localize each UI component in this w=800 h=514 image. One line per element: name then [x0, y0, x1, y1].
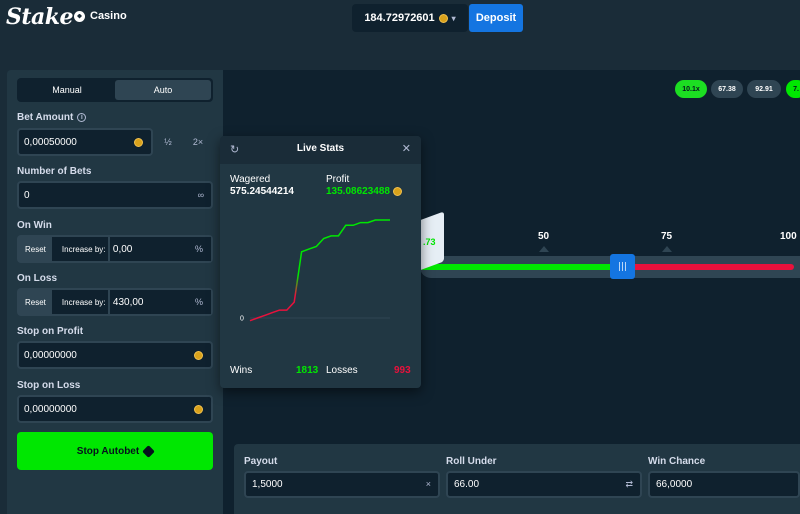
casino-label: Casino	[90, 10, 127, 22]
live-stats-header[interactable]: ↻ Live Stats ✕	[220, 136, 421, 164]
slider-tick-marker	[539, 246, 549, 252]
mode-tabs: Manual Auto	[17, 78, 213, 102]
roll-under-input[interactable]: 66.00 ⇄	[446, 471, 642, 498]
stop-on-profit-label: Stop on Profit	[17, 326, 84, 337]
double-bet-button[interactable]: 2×	[183, 137, 213, 147]
number-of-bets-input[interactable]: 0 ∞	[17, 181, 213, 209]
on-win-increase-button[interactable]: Increase by:	[51, 237, 108, 261]
half-bet-button[interactable]: ½	[153, 137, 183, 147]
stake-logo[interactable]: Stake	[6, 4, 74, 30]
on-loss-label: On Loss	[17, 273, 58, 284]
slider-win-range	[420, 264, 614, 270]
losses-label: Losses	[326, 365, 358, 376]
slider-loss-range	[630, 264, 794, 270]
swap-icon[interactable]: ⇄	[625, 479, 633, 490]
slider-tick-50: 50	[538, 231, 550, 242]
percent-symbol: %	[194, 297, 203, 307]
payout-label: Payout	[244, 456, 278, 467]
wins-label: Wins	[230, 365, 253, 376]
on-loss-increase-button[interactable]: Increase by:	[51, 290, 108, 314]
profit-label: Profit	[326, 174, 350, 185]
dice-icon	[142, 444, 156, 458]
tab-manual[interactable]: Manual	[19, 80, 115, 100]
slider-tick-marker	[662, 246, 672, 252]
slider-handle[interactable]	[610, 254, 635, 279]
wagered-value: 575.24544214	[230, 186, 294, 197]
bet-controls-panel: Manual Auto Bet Amount i 0,00050000 ½ 2×…	[7, 70, 223, 514]
balance-value: 184.72972601	[364, 12, 435, 24]
profit-series-line	[249, 219, 390, 322]
number-of-bets-label: Number of Bets	[17, 166, 92, 177]
win-chance-label: Win Chance	[648, 456, 706, 467]
bet-amount-label: Bet Amount i	[17, 112, 87, 123]
history-item: 67.38	[711, 80, 743, 98]
on-loss-increase-input[interactable]: 430,00 %	[107, 290, 211, 314]
stop-on-loss-input[interactable]: 0,00000000	[17, 395, 213, 423]
tab-auto[interactable]: Auto	[115, 80, 211, 100]
multiply-icon: ×	[425, 479, 431, 489]
on-win-controls: Reset Increase by: 0,00 %	[17, 235, 213, 263]
profit-chart: 0	[240, 219, 390, 323]
deposit-button[interactable]: Deposit	[469, 4, 523, 32]
zero-axis-label: 0	[240, 316, 244, 323]
history-item: 7.	[786, 80, 800, 98]
close-icon[interactable]: ✕	[402, 142, 411, 155]
live-stats-title: Live Stats	[296, 143, 345, 154]
roll-result-value: .73	[423, 237, 436, 247]
on-loss-reset-button[interactable]: Reset	[17, 288, 52, 316]
wagered-label: Wagered	[230, 174, 271, 185]
coin-icon	[438, 13, 448, 23]
coin-icon	[392, 187, 402, 196]
slider-tick-100: 100	[780, 231, 797, 242]
payout-input[interactable]: 1,5000 ×	[244, 471, 440, 498]
history-item: 92.91	[747, 80, 781, 98]
bet-multiplier-buttons: ½ 2×	[153, 128, 213, 156]
win-chance-input[interactable]: 66,0000	[648, 471, 800, 498]
coin-icon	[194, 405, 203, 414]
casino-nav[interactable]: Casino	[74, 10, 127, 22]
bet-amount-input[interactable]: 0,00050000	[17, 128, 153, 156]
chevron-down-icon: ▾	[451, 13, 456, 23]
stop-on-profit-input[interactable]: 0,00000000	[17, 341, 213, 369]
coin-icon	[134, 138, 143, 147]
casino-icon	[74, 10, 85, 22]
on-loss-controls: Reset Increase by: 430,00 %	[17, 288, 213, 316]
losses-value: 993	[394, 365, 411, 376]
coin-icon	[194, 351, 203, 360]
live-stats-panel[interactable]: ↻ Live Stats ✕ Wagered 575.24544214 Prof…	[220, 136, 421, 388]
on-win-label: On Win	[17, 220, 52, 231]
stop-on-loss-label: Stop on Loss	[17, 380, 81, 391]
info-icon[interactable]: i	[77, 113, 87, 122]
wallet-balance[interactable]: 184.72972601 ▾	[352, 4, 468, 32]
history-item: 10.1x	[675, 80, 707, 98]
percent-symbol: %	[194, 244, 203, 254]
profit-value: 135.08623488	[326, 186, 402, 197]
top-bar: Stake Casino 184.72972601 ▾ Deposit	[0, 0, 800, 36]
roll-under-label: Roll Under	[446, 456, 497, 467]
slider-tick-75: 75	[661, 231, 673, 242]
stop-autobet-button[interactable]: Stop Autobet	[17, 432, 213, 470]
on-win-reset-button[interactable]: Reset	[17, 235, 52, 263]
on-win-increase-input[interactable]: 0,00 %	[107, 237, 211, 261]
wins-value: 1813	[296, 365, 319, 376]
infinity-icon: ∞	[197, 190, 204, 200]
